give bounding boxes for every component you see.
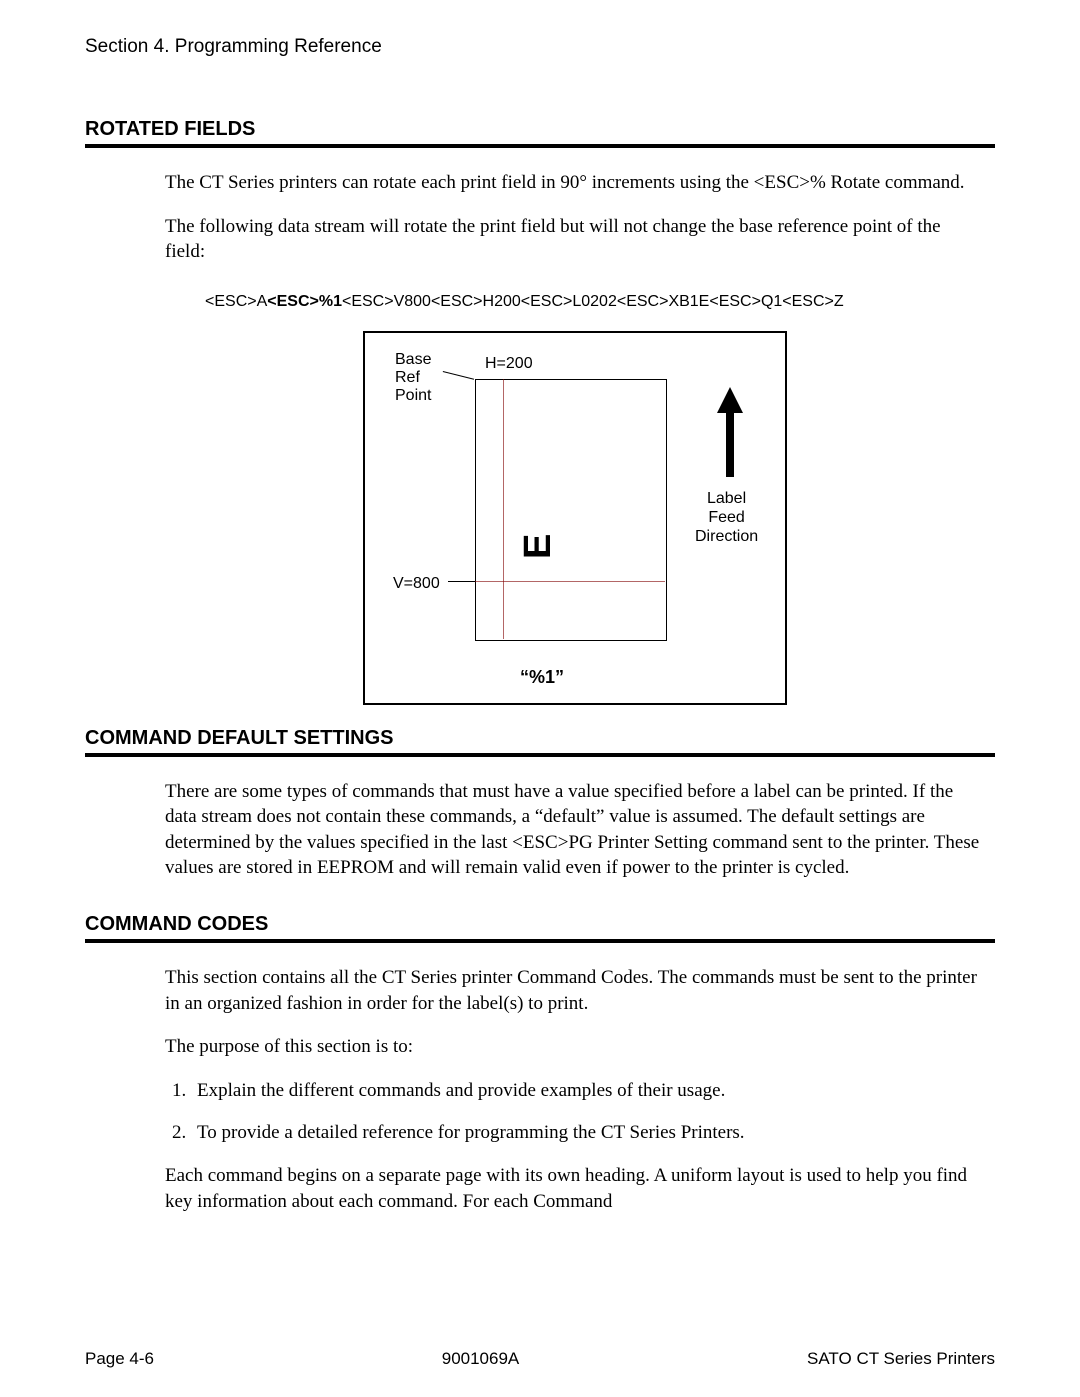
code-bold: <ESC>%1 [267,293,342,310]
figure-v-crosshair [475,581,665,582]
paragraph: There are some types of commands that mu… [165,779,985,882]
figure-h-label: H=200 [485,353,533,375]
heading-title: COMMAND DEFAULT SETTINGS [85,727,995,757]
paragraph: This section contains all the CT Series … [165,965,985,1016]
paragraph: The CT Series printers can rotate each p… [165,170,985,196]
figure-feed-label: Label Feed Direction [695,489,758,547]
manual-page: Section 4. Programming Reference ROTATED… [0,0,1080,1397]
code-pre: <ESC>A [205,293,267,310]
paragraph: The purpose of this section is to: [165,1034,985,1060]
figure-text: Label [707,490,746,507]
figure-base-ref-label: Base Ref Point [395,351,431,406]
footer-docnum: 9001069A [442,1349,520,1369]
figure-text: Base [395,351,431,368]
heading-title: COMMAND CODES [85,913,995,943]
footer-product: SATO CT Series Printers [807,1349,995,1369]
heading-command-codes: COMMAND CODES [85,913,995,943]
figure-wrapper: Base Ref Point H=200 V=800 E %1 Label Fe… [165,331,985,705]
figure-text: Direction [695,528,758,545]
figure-v-label: V=800 [393,573,440,595]
rotated-fields-body: The CT Series printers can rotate each p… [165,170,985,705]
footer-page: Page 4-6 [85,1349,154,1369]
figure-text: Ref [395,369,420,386]
figure-feed-arrow-icon [717,387,743,475]
rotation-figure: Base Ref Point H=200 V=800 E %1 Label Fe… [363,331,787,705]
command-codes-body: This section contains all the CT Series … [165,965,985,1214]
figure-v-tick [448,581,475,582]
heading-title: ROTATED FIELDS [85,118,995,148]
figure-text: Point [395,387,431,404]
figure-rotated-char: E [513,533,564,558]
figure-rotation-tag: %1 [520,665,564,689]
code-example: <ESC>A<ESC>%1<ESC>V800<ESC>H200<ESC>L020… [205,291,985,313]
list-item: Explain the different commands and provi… [191,1078,985,1104]
code-post: <ESC>V800<ESC>H200<ESC>L0202<ESC>XB1E<ES… [342,293,844,310]
paragraph: The following data stream will rotate th… [165,214,985,265]
figure-leader-line [443,371,475,385]
figure-h-crosshair [503,379,504,639]
numbered-list: Explain the different commands and provi… [165,1078,985,1145]
command-default-body: There are some types of commands that mu… [165,779,985,882]
page-footer: Page 4-6 9001069A SATO CT Series Printer… [85,1349,995,1369]
figure-text: Feed [708,509,744,526]
heading-command-default: COMMAND DEFAULT SETTINGS [85,727,995,757]
paragraph: Each command begins on a separate page w… [165,1163,985,1214]
heading-rotated-fields: ROTATED FIELDS [85,118,995,148]
list-item: To provide a detailed reference for prog… [191,1120,985,1146]
running-header: Section 4. Programming Reference [85,36,995,58]
